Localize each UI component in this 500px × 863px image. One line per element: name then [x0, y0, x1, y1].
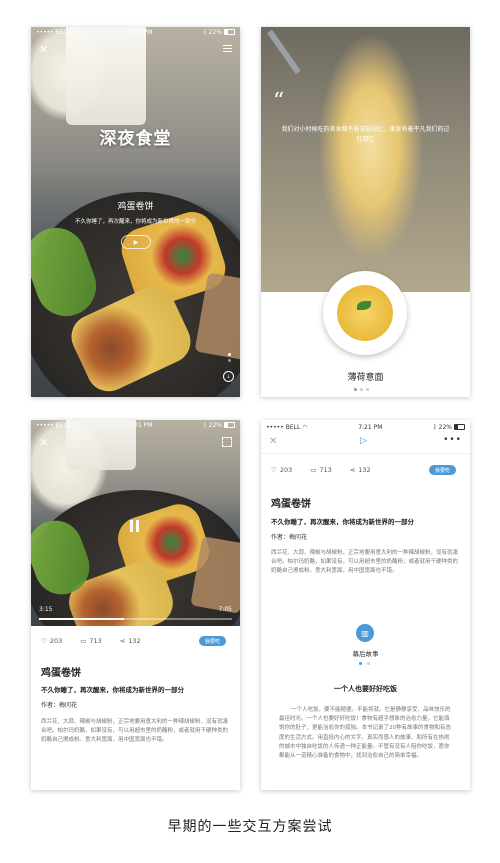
close-icon[interactable]: ✕	[269, 436, 277, 447]
carrier-label: BELL	[55, 421, 71, 429]
dish-subtitle: 不久你睡了，再次醒来，你将成为新世界的一部分	[41, 686, 184, 694]
story-dots	[359, 662, 370, 665]
video-frame[interactable]: ••••• BELL ◠ 7:21 PM ᛒ 22% ✕ 3:15 7:05	[31, 420, 240, 626]
time-total: 7:05	[218, 606, 232, 613]
heart-icon: ♡	[271, 466, 277, 474]
signal-icon: •••••	[266, 423, 284, 431]
header-divider	[261, 453, 470, 454]
signal-icon: •••••	[36, 28, 54, 36]
battery-percent: 22%	[438, 423, 452, 431]
dish-subtitle: 不久你睡了，再次醒来，你将成为新世界的一部分	[271, 518, 414, 526]
battery-icon	[224, 422, 235, 428]
close-icon[interactable]: ✕	[39, 436, 48, 449]
like-stat[interactable]: ♡ 203	[271, 466, 292, 474]
want-to-eat-button[interactable]: 我要吃	[198, 636, 226, 646]
author-name: 梅问花	[59, 702, 78, 709]
status-bar: ••••• BELL ◠ 7:21 PM ᛒ 22%	[31, 420, 240, 430]
story-label: 幕后故事	[352, 650, 379, 658]
clock-label: 7:21 PM	[128, 421, 153, 429]
play-icon: ▶	[133, 238, 139, 246]
bluetooth-icon: ᛒ	[203, 28, 207, 36]
milk-glass-image	[66, 27, 146, 125]
footer-caption: 早期的一些交互方案尝试	[167, 819, 333, 835]
stats-row: ♡ 203 ▭ 713 ⋖ 132	[271, 466, 371, 474]
battery-percent: 22%	[208, 421, 222, 429]
play-icon[interactable]: ▷	[360, 436, 367, 446]
battery-icon	[454, 424, 465, 430]
more-icon[interactable]: •••	[443, 435, 462, 445]
dish-tagline: 不久你睡了，再次醒来，你将成为新世界的一部分	[74, 219, 196, 225]
dish-name: 薄荷意面	[347, 373, 384, 383]
dish-title: 鸡蛋卷饼	[117, 202, 154, 212]
time-elapsed: 3:15	[39, 606, 53, 613]
author-line: 作者：梅问花	[41, 702, 78, 709]
progress-fill	[39, 618, 124, 620]
author-name: 梅问花	[289, 534, 308, 541]
want-to-eat-button[interactable]: 我要吃	[428, 465, 456, 475]
carrier-label: BELL	[285, 423, 301, 431]
author-line: 作者：梅问花	[271, 534, 308, 541]
pause-icon[interactable]	[130, 520, 139, 532]
wifi-icon: ◠	[72, 28, 78, 36]
dish-title: 鸡蛋卷饼	[41, 668, 81, 679]
bluetooth-icon: ᛒ	[433, 423, 437, 431]
like-stat[interactable]: ♡ 203	[41, 637, 62, 645]
carrier-label: BELL	[55, 28, 71, 36]
dish-title: 鸡蛋卷饼	[271, 499, 311, 510]
comment-icon: ▭	[310, 466, 317, 474]
wifi-icon: ◠	[72, 421, 78, 429]
menu-icon[interactable]	[223, 43, 232, 54]
screen-video-player: ••••• BELL ◠ 7:21 PM ᛒ 22% ✕ 3:15 7:05 ♡ 203…	[31, 420, 240, 790]
quote-text: 我们对小时候吃的美食都有着深刻记忆，美食有着平凡我们的过往回忆	[281, 126, 450, 143]
status-bar: ••••• BELL ◠ 7:21 PM ᛒ 22%	[31, 27, 240, 37]
bluetooth-icon: ᛒ	[203, 421, 207, 429]
comment-stat[interactable]: ▭ 713	[310, 466, 332, 474]
recipe-description: 西兰花、大蒜、辣椒与胡椒粉，正宗地要用意大利的一种辣胡椒粉，没有就凑合吧。帕尔玛…	[41, 719, 229, 743]
screen-quote: “ 我们对小时候吃的美食都有着深刻记忆，美食有着平凡我们的过往回忆 薄荷意面	[261, 27, 470, 397]
clock-label: 7:21 PM	[358, 423, 383, 431]
share-stat[interactable]: ⋖ 132	[120, 637, 141, 645]
progress-track[interactable]	[39, 618, 232, 620]
comment-stat[interactable]: ▭ 713	[80, 637, 102, 645]
screen-home-cover: ••••• BELL ◠ 7:21 PM ᛒ 22% ✕ 深夜食堂 鸡蛋卷饼 不久你睡…	[31, 27, 240, 397]
brand-logo: 深夜食堂	[99, 129, 172, 149]
story-heading: 一个人也要好好吃饭	[334, 685, 397, 693]
pasta-plate-image	[323, 271, 407, 355]
screen-detail-story: ••••• BELL ◠ 7:21 PM ᛒ 22% ✕ ▷ ••• ♡ 203 ▭ 71…	[261, 420, 470, 790]
share-icon: ⋖	[119, 637, 126, 645]
battery-percent: 22%	[208, 28, 222, 36]
next-arrow-icon[interactable]: ↓	[223, 371, 234, 382]
quote-mark-icon: “	[273, 89, 285, 114]
share-stat[interactable]: ⋖ 132	[350, 466, 371, 474]
story-book-icon[interactable]: ▥	[356, 624, 374, 642]
battery-icon	[224, 29, 235, 35]
signal-icon: •••••	[36, 421, 54, 429]
mint-leaf-icon	[357, 301, 371, 310]
recipe-description: 西兰花、大蒜、辣椒与胡椒粉，正宗地要用意大利的一种辣胡椒粉，没有就凑合吧。帕尔玛…	[271, 550, 459, 574]
page-dots	[354, 388, 369, 391]
status-bar: ••••• BELL ◠ 7:21 PM ᛒ 22%	[261, 422, 470, 432]
close-icon[interactable]: ✕	[39, 43, 48, 56]
clock-label: 7:21 PM	[128, 28, 153, 36]
stats-row: ♡ 203 ▭ 713 ⋖ 132	[41, 637, 141, 645]
fullscreen-icon[interactable]	[222, 437, 232, 447]
comment-icon: ▭	[80, 637, 87, 645]
heart-icon: ♡	[41, 637, 47, 645]
share-icon: ⋖	[349, 466, 356, 474]
wifi-icon: ◠	[302, 423, 308, 431]
page-indicator	[228, 353, 231, 362]
story-body: 一个人吃饭，要不能随便。不能将就。它是静静享受、品味快乐的最佳时光。一个人也要好…	[279, 707, 452, 760]
play-button[interactable]: ▶	[121, 235, 151, 249]
